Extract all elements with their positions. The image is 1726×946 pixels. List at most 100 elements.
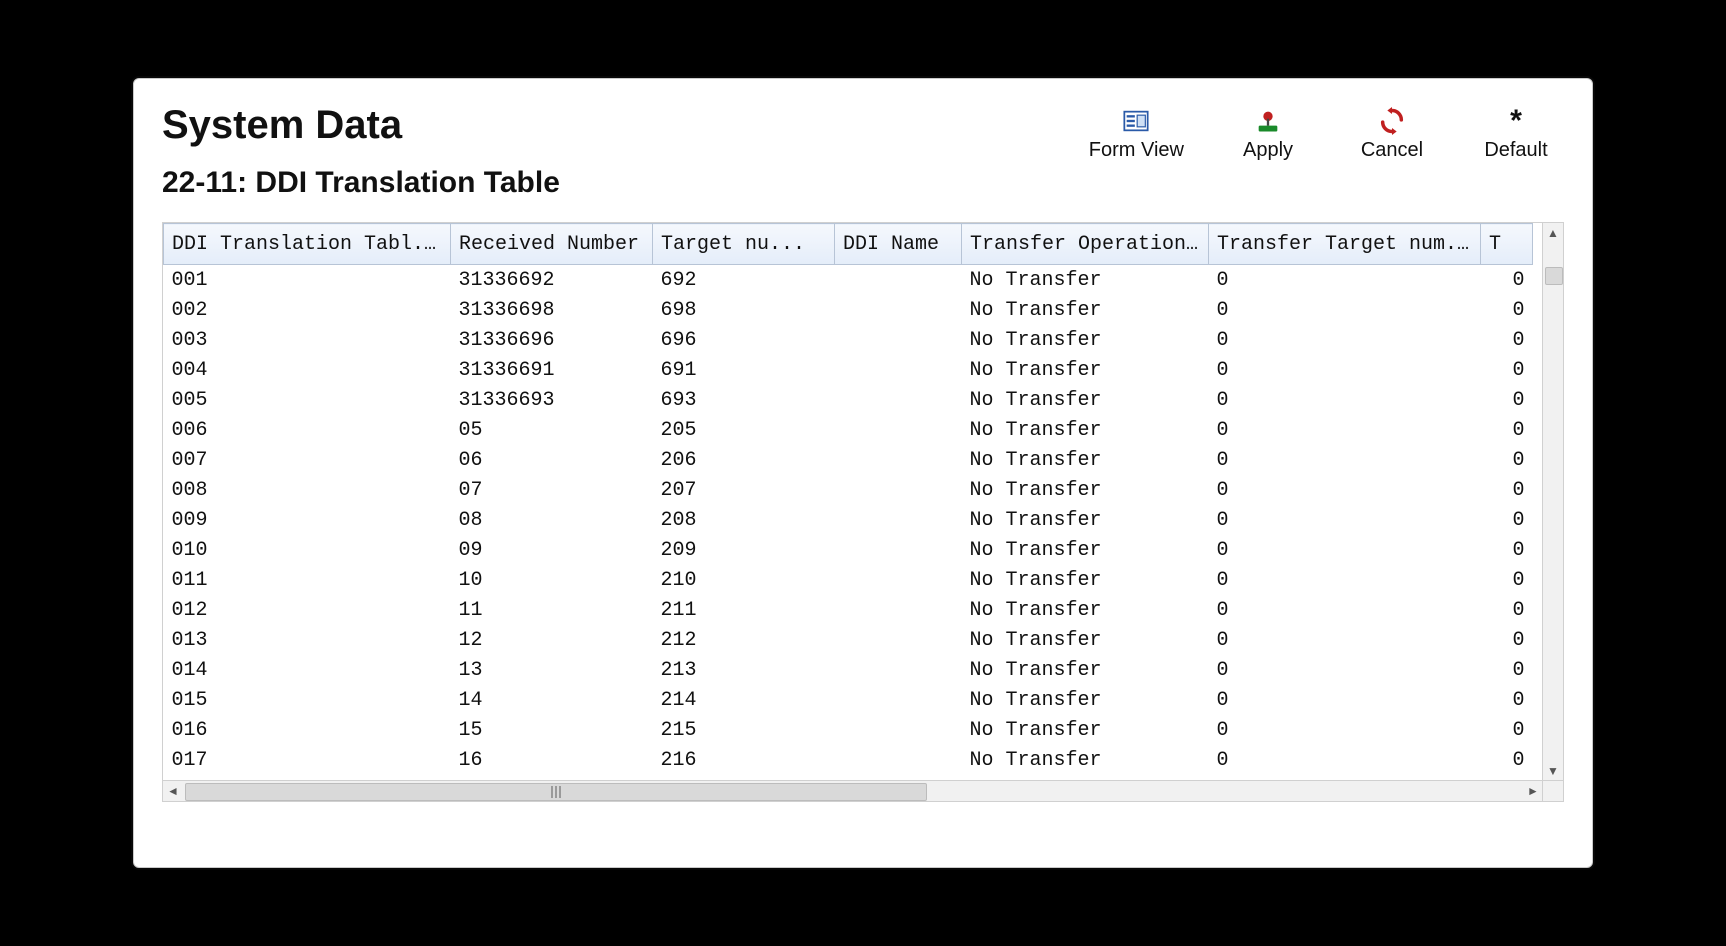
table-row[interactable]: 01615215No Transfer00 [164, 715, 1533, 745]
cell-target-number[interactable]: 215 [653, 715, 835, 745]
cell-ddi-index[interactable]: 012 [164, 595, 451, 625]
cell-ddi-index[interactable]: 014 [164, 655, 451, 685]
cell-t[interactable]: 0 [1481, 565, 1533, 595]
scroll-right-arrow-icon[interactable]: ► [1523, 781, 1543, 801]
cell-ddi-index[interactable]: 008 [164, 475, 451, 505]
col-received-number[interactable]: Received Number [451, 224, 653, 265]
cell-ddi-index[interactable]: 016 [164, 715, 451, 745]
cell-transfer-op[interactable]: No Transfer [962, 385, 1209, 415]
cell-received-number[interactable]: 10 [451, 565, 653, 595]
cell-transfer-target[interactable]: 0 [1209, 595, 1481, 625]
cell-transfer-target[interactable]: 0 [1209, 535, 1481, 565]
cell-transfer-target[interactable]: 0 [1209, 565, 1481, 595]
cell-target-number[interactable]: 208 [653, 505, 835, 535]
cell-t[interactable]: 0 [1481, 505, 1533, 535]
cell-ddi-index[interactable]: 006 [164, 415, 451, 445]
cell-ddi-name[interactable] [835, 745, 962, 775]
horizontal-scroll-thumb[interactable] [185, 783, 927, 801]
scroll-up-arrow-icon[interactable]: ▲ [1543, 223, 1563, 243]
table-row[interactable]: 00605205No Transfer00 [164, 415, 1533, 445]
table-row[interactable]: 01716216No Transfer00 [164, 745, 1533, 775]
cell-ddi-index[interactable]: 015 [164, 685, 451, 715]
cell-ddi-name[interactable] [835, 715, 962, 745]
cell-ddi-name[interactable] [835, 385, 962, 415]
cell-target-number[interactable]: 210 [653, 565, 835, 595]
table-row[interactable]: 01110210No Transfer00 [164, 565, 1533, 595]
cell-transfer-op[interactable]: No Transfer [962, 565, 1209, 595]
cell-transfer-op[interactable]: No Transfer [962, 535, 1209, 565]
cell-t[interactable]: 0 [1481, 745, 1533, 775]
cell-transfer-op[interactable]: No Transfer [962, 715, 1209, 745]
cell-target-number[interactable]: 206 [653, 445, 835, 475]
cell-transfer-op[interactable]: No Transfer [962, 475, 1209, 505]
cell-ddi-name[interactable] [835, 595, 962, 625]
cell-t[interactable]: 0 [1481, 655, 1533, 685]
cell-transfer-op[interactable]: No Transfer [962, 505, 1209, 535]
apply-button[interactable]: Apply [1228, 107, 1308, 162]
cell-received-number[interactable]: 09 [451, 535, 653, 565]
cell-ddi-index[interactable]: 009 [164, 505, 451, 535]
cell-received-number[interactable]: 31336693 [451, 385, 653, 415]
cell-transfer-op[interactable]: No Transfer [962, 415, 1209, 445]
cell-t[interactable]: 0 [1481, 685, 1533, 715]
cell-transfer-target[interactable]: 0 [1209, 265, 1481, 296]
cell-transfer-target[interactable]: 0 [1209, 625, 1481, 655]
cell-t[interactable]: 0 [1481, 415, 1533, 445]
cell-t[interactable]: 0 [1481, 715, 1533, 745]
cell-ddi-name[interactable] [835, 685, 962, 715]
cell-ddi-name[interactable] [835, 625, 962, 655]
cell-target-number[interactable]: 216 [653, 745, 835, 775]
cell-t[interactable]: 0 [1481, 445, 1533, 475]
cell-target-number[interactable]: 696 [653, 325, 835, 355]
cancel-button[interactable]: Cancel [1352, 107, 1432, 162]
cell-ddi-index[interactable]: 013 [164, 625, 451, 655]
cell-ddi-name[interactable] [835, 655, 962, 685]
cell-transfer-op[interactable]: No Transfer [962, 745, 1209, 775]
table-row[interactable]: 01413213No Transfer00 [164, 655, 1533, 685]
cell-transfer-op[interactable]: No Transfer [962, 655, 1209, 685]
cell-ddi-name[interactable] [835, 265, 962, 296]
cell-transfer-target[interactable]: 0 [1209, 655, 1481, 685]
cell-t[interactable]: 0 [1481, 385, 1533, 415]
scroll-down-arrow-icon[interactable]: ▼ [1543, 761, 1563, 781]
form-view-button[interactable]: Form View [1089, 107, 1184, 162]
cell-transfer-op[interactable]: No Transfer [962, 325, 1209, 355]
cell-transfer-target[interactable]: 0 [1209, 445, 1481, 475]
cell-t[interactable]: 0 [1481, 535, 1533, 565]
cell-received-number[interactable]: 31336692 [451, 265, 653, 296]
col-ddi-name[interactable]: DDI Name [835, 224, 962, 265]
cell-received-number[interactable]: 11 [451, 595, 653, 625]
vertical-scrollbar[interactable]: ▲ ▼ [1542, 223, 1563, 781]
cell-ddi-name[interactable] [835, 355, 962, 385]
cell-target-number[interactable]: 207 [653, 475, 835, 505]
table-row[interactable]: 01211211No Transfer00 [164, 595, 1533, 625]
cell-ddi-index[interactable]: 010 [164, 535, 451, 565]
cell-transfer-target[interactable]: 0 [1209, 475, 1481, 505]
col-target-number[interactable]: Target nu... [653, 224, 835, 265]
cell-transfer-target[interactable]: 0 [1209, 745, 1481, 775]
cell-received-number[interactable]: 13 [451, 655, 653, 685]
cell-ddi-name[interactable] [835, 295, 962, 325]
table-row[interactable]: 00908208No Transfer00 [164, 505, 1533, 535]
cell-target-number[interactable]: 214 [653, 685, 835, 715]
cell-t[interactable]: 0 [1481, 295, 1533, 325]
col-transfer-op[interactable]: Transfer Operation ... [962, 224, 1209, 265]
cell-transfer-target[interactable]: 0 [1209, 355, 1481, 385]
col-t[interactable]: T [1481, 224, 1533, 265]
cell-target-number[interactable]: 693 [653, 385, 835, 415]
cell-transfer-target[interactable]: 0 [1209, 505, 1481, 535]
cell-target-number[interactable]: 691 [653, 355, 835, 385]
cell-ddi-name[interactable] [835, 565, 962, 595]
cell-transfer-target[interactable]: 0 [1209, 415, 1481, 445]
cell-ddi-index[interactable]: 002 [164, 295, 451, 325]
cell-ddi-index[interactable]: 005 [164, 385, 451, 415]
table-row[interactable]: 01312212No Transfer00 [164, 625, 1533, 655]
cell-transfer-target[interactable]: 0 [1209, 295, 1481, 325]
cell-received-number[interactable]: 31336698 [451, 295, 653, 325]
cell-transfer-target[interactable]: 0 [1209, 385, 1481, 415]
cell-transfer-op[interactable]: No Transfer [962, 355, 1209, 385]
col-ddi-index[interactable]: DDI Translation Tabl... [164, 224, 451, 265]
cell-t[interactable]: 0 [1481, 595, 1533, 625]
cell-ddi-index[interactable]: 017 [164, 745, 451, 775]
cell-target-number[interactable]: 205 [653, 415, 835, 445]
